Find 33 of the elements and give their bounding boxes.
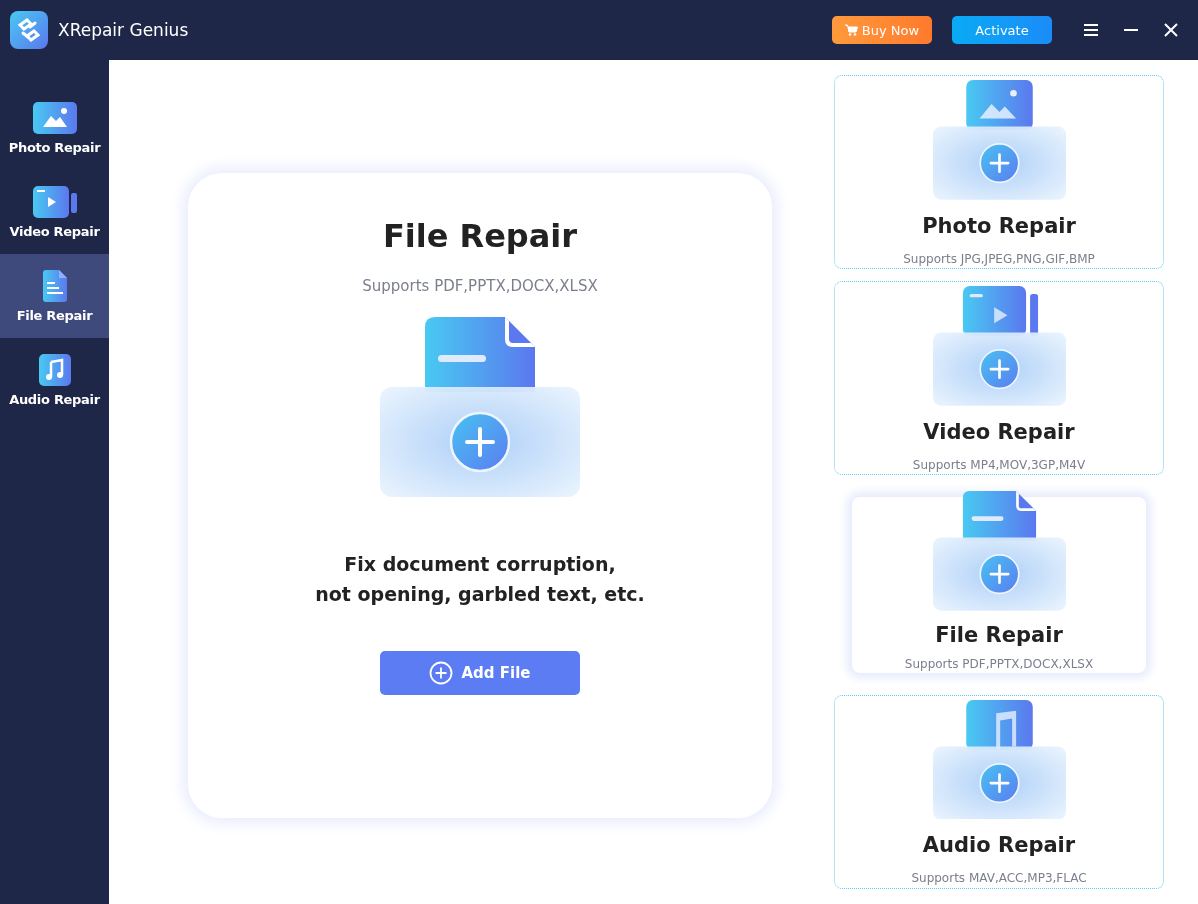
- menu-icon: [1083, 23, 1099, 37]
- sidebar-label: Video Repair: [9, 223, 100, 239]
- card-title: Video Repair: [923, 419, 1075, 444]
- add-file-button[interactable]: Add File: [380, 651, 580, 695]
- sidebar-item[interactable]: File Repair: [0, 254, 109, 338]
- picture-icon: [32, 101, 77, 134]
- close-icon: [1163, 22, 1179, 38]
- card-title: Audio Repair: [922, 833, 1076, 858]
- repair-type-card[interactable]: Audio Repair Supports MAV,ACC,MP3,FLAC: [834, 694, 1164, 889]
- card-title: Photo Repair: [922, 213, 1076, 238]
- sidebar-item[interactable]: Audio Repair: [0, 338, 109, 422]
- app-logo-icon: [10, 11, 48, 49]
- video-camera-icon: [32, 185, 77, 218]
- supported-formats: Supports PDF,PPTX,DOCX,XLSX: [362, 277, 598, 295]
- card-formats: Supports JPG,JPEG,PNG,GIF,BMP: [903, 251, 1095, 266]
- card-formats: Supports MP4,MOV,3GP,M4V: [912, 457, 1086, 472]
- card-formats: Supports MAV,ACC,MP3,FLAC: [911, 871, 1087, 886]
- sidebar-item[interactable]: Video Repair: [0, 170, 109, 254]
- music-note-icon: [38, 353, 71, 386]
- card-formats: Supports PDF,PPTX,DOCX,XLSX: [904, 657, 1094, 672]
- document-icon: [42, 269, 67, 302]
- repair-type-card[interactable]: Video Repair Supports MP4,MOV,3GP,M4V: [834, 281, 1164, 476]
- cart-icon: [844, 24, 858, 36]
- card-title: File Repair: [935, 623, 1063, 648]
- plus-circle-icon: [429, 661, 454, 685]
- sidebar-label: Audio Repair: [9, 391, 100, 407]
- app-title: XRepair Genius: [58, 20, 190, 40]
- sidebar-label: File Repair: [16, 307, 93, 323]
- sidebar-item[interactable]: Photo Repair: [0, 86, 109, 170]
- repair-type-card[interactable]: Photo Repair Supports JPG,JPEG,PNG,GIF,BMP: [834, 75, 1164, 270]
- panel-title: File Repair: [382, 217, 578, 255]
- panel-description: Fix document corruption, not opening, garbled text, etc.: [315, 552, 645, 607]
- sidebar-label: Photo Repair: [8, 139, 101, 155]
